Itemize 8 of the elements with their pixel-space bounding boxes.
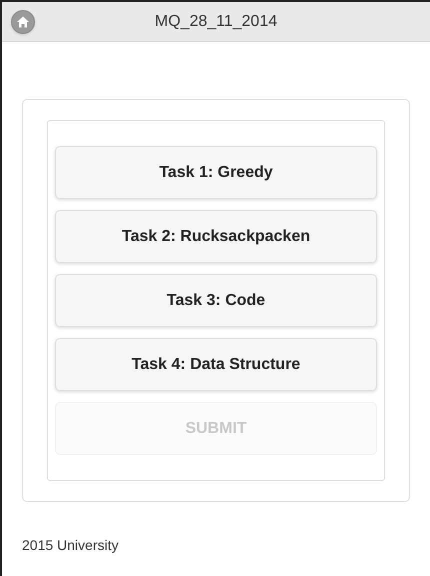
home-button[interactable] — [11, 10, 35, 34]
task-button[interactable]: Task 4: Data Structure — [55, 338, 377, 391]
task-button[interactable]: Task 1: Greedy — [55, 146, 377, 199]
page-title: MQ_28_11_2014 — [154, 12, 278, 32]
home-icon — [16, 14, 30, 28]
task-button[interactable]: Task 2: Rucksackpacken — [55, 210, 377, 263]
footer-text: 2015 University — [22, 536, 120, 555]
task-button[interactable]: Task 3: Code — [55, 274, 377, 327]
